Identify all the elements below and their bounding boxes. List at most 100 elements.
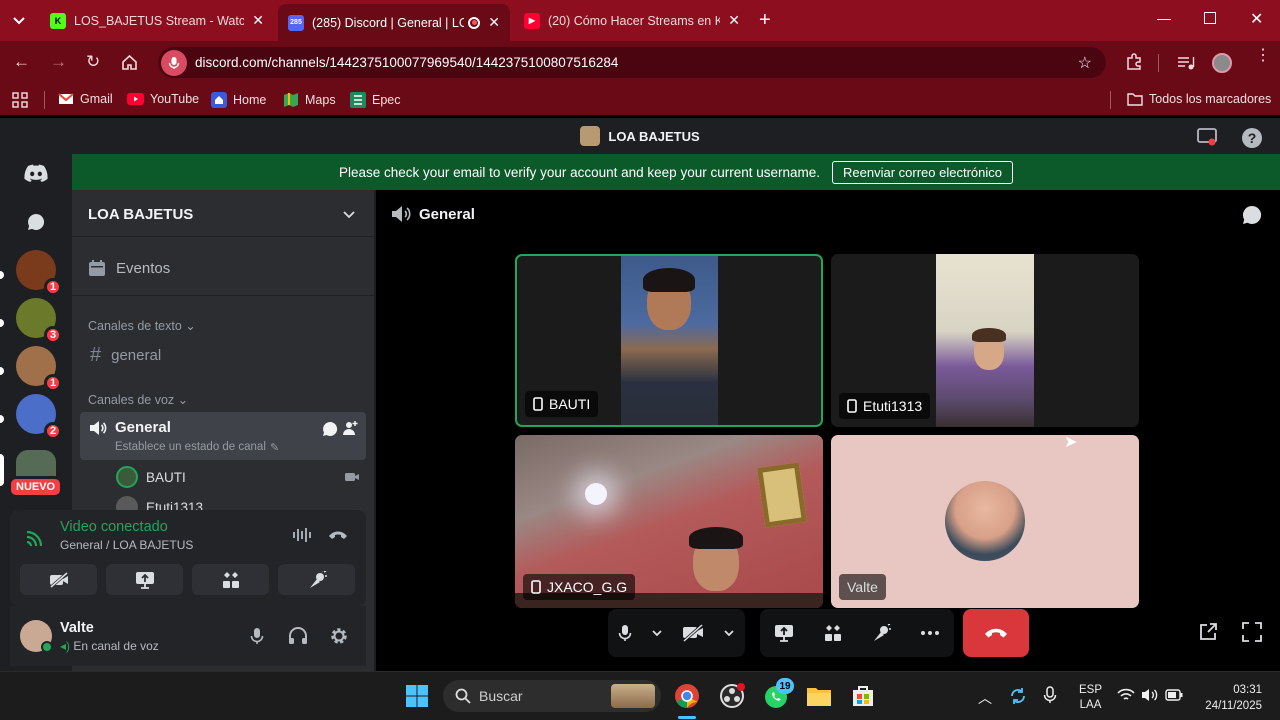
- video-tile-etuti[interactable]: Etuti1313: [831, 254, 1139, 427]
- events-item[interactable]: Eventos: [88, 259, 170, 277]
- clock[interactable]: 03:31 24/11/2025: [1198, 682, 1262, 714]
- text-channels-category[interactable]: Canales de texto ⌄: [88, 318, 196, 333]
- profile-avatar[interactable]: [1212, 53, 1232, 73]
- taskbar-search[interactable]: Buscar: [443, 680, 661, 712]
- calendar-icon: [89, 260, 105, 276]
- server-icon[interactable]: 2: [16, 394, 62, 440]
- speaker-small-icon: ◂): [60, 639, 71, 653]
- menu-icon[interactable]: ⋮: [1255, 48, 1271, 64]
- store-taskbar-icon[interactable]: [849, 682, 877, 710]
- activities-button[interactable]: [192, 564, 269, 595]
- voice-member[interactable]: BAUTI: [116, 466, 360, 488]
- tab-search-chevron-icon[interactable]: [10, 11, 28, 29]
- voice-channels-category[interactable]: Canales de voz ⌄: [88, 392, 188, 407]
- discord-home-icon[interactable]: [24, 164, 48, 182]
- camera-off-icon[interactable]: [682, 624, 704, 642]
- bookmark-youtube[interactable]: YouTube: [127, 92, 199, 106]
- video-tile-jxaco[interactable]: JXACO_G.G: [515, 435, 823, 608]
- chevron-down-icon[interactable]: [342, 207, 356, 221]
- participant-name: Etuti1313: [863, 398, 923, 414]
- bookmark-maps[interactable]: Maps: [283, 92, 336, 108]
- voice-channel-general[interactable]: General Establece un estado de canal ✎: [80, 412, 366, 460]
- camera-off-button[interactable]: [20, 564, 97, 595]
- voice-member[interactable]: Etuti1313: [116, 496, 360, 510]
- volume-icon[interactable]: [1141, 688, 1159, 702]
- microphone-icon[interactable]: [618, 624, 632, 642]
- disconnect-icon: [329, 531, 347, 539]
- restore-icon[interactable]: [1204, 12, 1216, 24]
- microphone-tray-icon[interactable]: [1043, 686, 1057, 704]
- back-icon[interactable]: ←: [13, 52, 30, 72]
- close-window-icon[interactable]: ✕: [1250, 9, 1263, 29]
- hang-up-button[interactable]: [963, 609, 1029, 657]
- chevron-down-icon[interactable]: [651, 627, 663, 639]
- language-code: ESP: [1079, 684, 1103, 696]
- close-tab-icon[interactable]: ✕: [488, 14, 500, 31]
- file-explorer-taskbar-icon[interactable]: [805, 682, 833, 710]
- pencil-icon[interactable]: ✎: [270, 441, 279, 454]
- chevron-down-icon[interactable]: [723, 627, 735, 639]
- media-control-icon[interactable]: [1177, 55, 1195, 71]
- reload-icon[interactable]: ↻: [86, 52, 100, 72]
- video-tile-valte[interactable]: Valte: [831, 435, 1139, 608]
- tab-discord[interactable]: 285 (285) Discord | General | LO ✕: [278, 4, 510, 41]
- wifi-icon[interactable]: [1117, 688, 1135, 702]
- activities-icon[interactable]: [823, 624, 843, 642]
- participant-name-chip: Etuti1313: [839, 393, 931, 419]
- battery-icon[interactable]: [1165, 689, 1183, 701]
- soundboard-button[interactable]: [278, 564, 355, 595]
- minimize-icon[interactable]: —: [1157, 10, 1171, 26]
- tray-expand-icon[interactable]: ︿: [978, 688, 992, 708]
- fullscreen-icon[interactable]: [1242, 622, 1262, 642]
- close-tab-icon[interactable]: ✕: [728, 12, 740, 29]
- sync-icon[interactable]: [1009, 687, 1027, 705]
- home-icon[interactable]: [121, 54, 138, 71]
- apps-grid-icon[interactable]: [12, 92, 28, 108]
- voice-status[interactable]: Video conectado: [60, 519, 168, 535]
- server-name-header[interactable]: LOA BAJETUS: [88, 206, 193, 223]
- bookmark-star-icon[interactable]: ☆: [1078, 53, 1092, 73]
- tab-youtube[interactable]: ▶ (20) Cómo Hacer Streams en Ki ✕: [514, 6, 750, 35]
- voice-location[interactable]: General / LOA BAJETUS: [60, 538, 193, 552]
- site-info-icon[interactable]: [161, 49, 187, 76]
- channel-general-text[interactable]: # general: [90, 344, 161, 367]
- resend-email-button[interactable]: Reenviar correo electrónico: [832, 160, 1013, 184]
- chat-bubble-icon[interactable]: [1241, 204, 1263, 226]
- close-tab-icon[interactable]: ✕: [252, 12, 264, 29]
- new-tab-icon[interactable]: +: [759, 9, 771, 32]
- soundboard-icon[interactable]: [871, 624, 892, 642]
- whatsapp-taskbar-icon[interactable]: 19: [762, 678, 794, 710]
- youtube-icon: [127, 93, 144, 105]
- popout-icon[interactable]: [1198, 622, 1218, 642]
- avatar: [116, 466, 138, 488]
- address-bar[interactable]: discord.com/channels/1442375100077969540…: [158, 47, 1106, 78]
- server-icon[interactable]: 3: [16, 298, 62, 344]
- chrome-taskbar-icon[interactable]: [673, 682, 701, 710]
- gmail-icon: [58, 93, 74, 104]
- screen-share-button[interactable]: [106, 564, 183, 595]
- obs-taskbar-icon[interactable]: [718, 682, 746, 710]
- server-icon[interactable]: 1: [16, 250, 62, 296]
- screen-share-icon[interactable]: [774, 624, 794, 642]
- help-icon[interactable]: ?: [1242, 128, 1262, 148]
- more-options-icon[interactable]: [920, 630, 940, 636]
- bookmark-gmail[interactable]: Gmail: [58, 92, 113, 106]
- tab-kick[interactable]: K LOS_BAJETUS Stream - Watch L ✕: [40, 6, 274, 35]
- mobile-icon: [847, 399, 857, 413]
- all-bookmarks[interactable]: Todos los marcadores: [1127, 92, 1271, 106]
- extensions-icon[interactable]: [1125, 53, 1143, 71]
- video-tile-bauti[interactable]: BAUTI: [515, 254, 823, 427]
- server-icon[interactable]: 1: [16, 346, 62, 392]
- inbox-icon[interactable]: [1197, 128, 1217, 146]
- direct-messages-icon[interactable]: [26, 212, 46, 232]
- unread-pill: [0, 367, 4, 375]
- language-indicator[interactable]: ESP LAA: [1079, 683, 1102, 713]
- forward-icon[interactable]: →: [50, 52, 67, 72]
- bookmark-home[interactable]: Home: [211, 92, 266, 108]
- speaker-icon: [90, 421, 107, 435]
- username[interactable]: Valte: [60, 620, 94, 636]
- windows-start-icon[interactable]: [405, 684, 429, 708]
- hang-up-icon: [985, 628, 1007, 638]
- bookmark-epec[interactable]: Epec: [350, 92, 401, 108]
- participant-name: JXACO_G.G: [547, 579, 628, 595]
